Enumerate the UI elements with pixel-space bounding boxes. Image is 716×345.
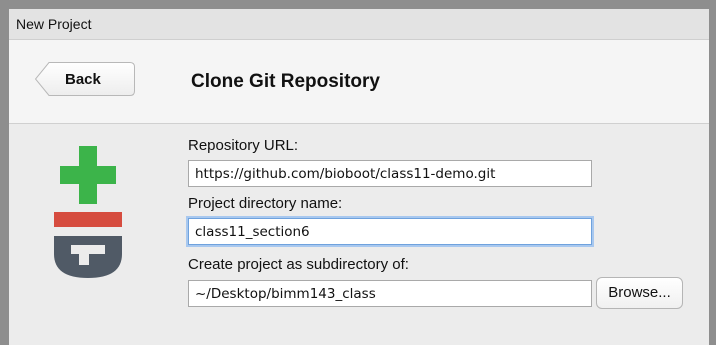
back-button-label: Back xyxy=(65,71,101,88)
title-bar: New Project xyxy=(9,9,709,40)
page-title: Clone Git Repository xyxy=(191,71,380,92)
window-title: New Project xyxy=(16,16,92,32)
subdirectory-label: Create project as subdirectory of: xyxy=(188,256,409,273)
project-directory-input[interactable] xyxy=(188,218,592,245)
subdirectory-input[interactable] xyxy=(188,280,592,307)
project-directory-label: Project directory name: xyxy=(188,195,343,212)
browse-button[interactable]: Browse... xyxy=(596,277,683,309)
back-button[interactable]: Back xyxy=(35,62,135,96)
repository-url-input[interactable] xyxy=(188,160,592,187)
repository-url-label: Repository URL: xyxy=(188,137,299,154)
new-project-dialog: New Project Back Clone Git Repository Re… xyxy=(9,9,709,345)
git-logo-icon xyxy=(54,146,122,278)
form-area: Repository URL: Project directory name: … xyxy=(9,124,709,345)
wizard-header: Back Clone Git Repository xyxy=(9,40,709,124)
